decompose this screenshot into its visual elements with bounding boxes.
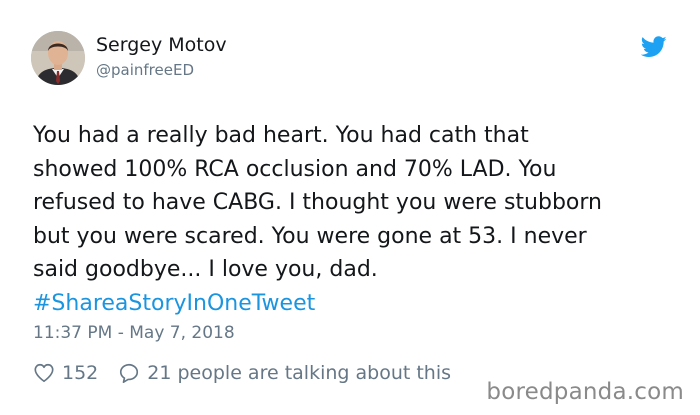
twitter-bird-icon[interactable] — [640, 36, 667, 58]
tweet-text-line: but you were scared. You were gone at 53… — [33, 223, 587, 249]
tweet-text-line: showed 100% RCA occlusion and 70% LAD. Y… — [33, 156, 557, 182]
tweet-text-line: You had a really bad heart. You had cath… — [33, 123, 529, 148]
speech-bubble-outline-icon[interactable] — [118, 362, 140, 384]
conversation-count[interactable]: 21 people are talking about this — [147, 362, 451, 384]
tweet-card: Sergey Motov @painfreeED You had a reall… — [0, 0, 700, 415]
hashtag-link[interactable]: #ShareaStoryInOneTweet — [33, 287, 683, 321]
avatar-photo — [31, 31, 85, 85]
tweet-text: You had a really bad heart. You had cath… — [33, 119, 683, 320]
author-avatar[interactable] — [31, 31, 85, 85]
tweet-text-line: said goodbye... I love you, dad. — [33, 257, 378, 282]
tweet-text-line: refused to have CABG. I thought you were… — [33, 190, 602, 215]
heart-outline-icon[interactable] — [33, 362, 55, 384]
author-handle[interactable]: @painfreeED — [96, 60, 194, 80]
tweet-timestamp[interactable]: 11:37 PM - May 7, 2018 — [33, 321, 235, 345]
watermark: boredpanda.com — [486, 379, 684, 405]
engagement-bar: 152 21 people are talking about this — [33, 360, 451, 386]
like-count: 152 — [62, 362, 99, 384]
author-name[interactable]: Sergey Motov — [96, 33, 227, 57]
